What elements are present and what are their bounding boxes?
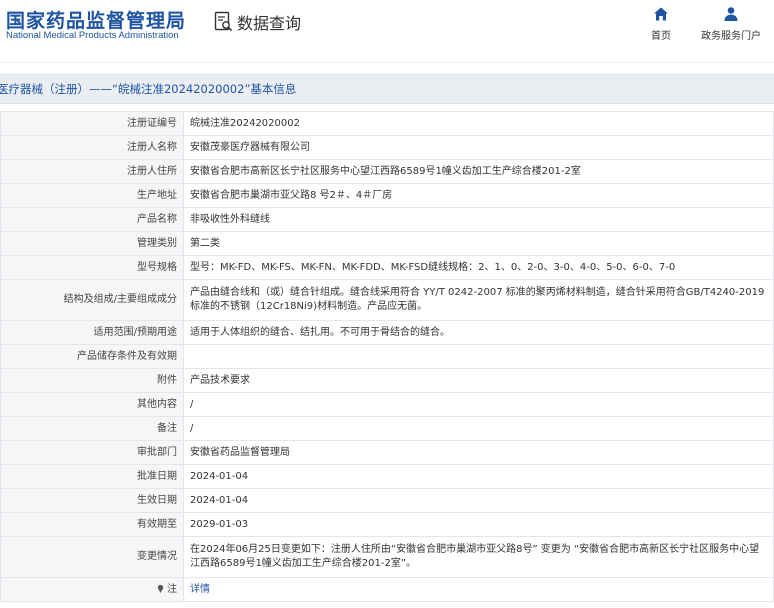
table-row: 管理类别 第二类 [0,231,774,256]
pin-icon [157,584,164,593]
row-label: 审批部门 [0,440,184,465]
table-row: 批准日期 2024-01-04 [0,464,774,489]
table-row: 生产地址 安徽省合肥市巢湖市亚父路8 号2＃、4＃厂房 [0,183,774,208]
note-row: 注 详情 [0,577,774,602]
row-value: 适用于人体组织的缝合、结扎用。不可用于骨结合的缝合。 [183,320,774,345]
row-value [183,344,774,369]
table-row: 变更情况 在2024年06月25日变更如下：注册人住所由“安徽省合肥市巢湖市亚父路… [0,536,774,578]
table-row: 产品储存条件及有效期 [0,344,774,369]
table-row: 注册证编号 皖械注准20242020002 [0,111,774,136]
row-value: 非吸收性外科缝线 [183,207,774,232]
detail-link[interactable]: 详情 [190,584,210,595]
note-value-cell: 详情 [183,577,774,602]
table-row: 注册人名称 安徽茂豪医疗器械有限公司 [0,135,774,160]
table-row: 产品名称 非吸收性外科缝线 [0,207,774,232]
row-label: 型号规格 [0,255,184,280]
table-row: 其他内容 / [0,392,774,417]
row-label: 产品名称 [0,207,184,232]
row-value: 产品技术要求 [183,368,774,393]
registration-info-table: 注册证编号 皖械注准20242020002 注册人名称 安徽茂豪医疗器械有限公司 注册人… [0,111,774,602]
page-title-bar: 医疗器械（注册）——“皖械注准20242020002”基本信息 [0,74,774,104]
row-value: 型号：MK-FD、MK-FS、MK-FN、MK-FDD、MK-FSD缝线规格：2… [183,255,774,280]
nav-service-portal-label: 政务服务门户 [701,31,761,42]
table-row: 型号规格 型号：MK-FD、MK-FS、MK-FN、MK-FDD、MK-FSD缝线… [0,255,774,280]
site-logo-en[interactable]: National Medical Products Administration [6,30,179,41]
table-row: 有效期至 2029-01-03 [0,512,774,537]
row-value: / [183,416,774,441]
table-row: 生效日期 2024-01-04 [0,488,774,513]
row-label: 管理类别 [0,231,184,256]
row-label: 注册证编号 [0,111,184,136]
row-value: 安徽省合肥市巢湖市亚父路8 号2＃、4＃厂房 [183,183,774,208]
row-label: 变更情况 [0,536,184,578]
home-icon [654,7,668,21]
row-label: 注册人住所 [0,159,184,184]
nav-service-portal[interactable]: 政务服务门户 [698,6,764,42]
user-icon [724,7,738,21]
page-title: 医疗器械（注册）——“皖械注准20242020002”基本信息 [0,82,297,96]
note-label: 注 [167,583,177,595]
table-row: 注册人住所 安徽省合肥市高新区长宁社区服务中心望江西路6589号1幢义齿加工生产综… [0,159,774,184]
row-label: 结构及组成/主要组成成分 [0,279,184,321]
row-label: 适用范围/预期用途 [0,320,184,345]
row-value: 安徽省合肥市高新区长宁社区服务中心望江西路6589号1幢义齿加工生产综合楼201… [183,159,774,184]
row-label: 批准日期 [0,464,184,489]
row-label: 其他内容 [0,392,184,417]
row-label: 附件 [0,368,184,393]
row-value: 2024-01-04 [183,464,774,489]
row-value: 产品由缝合线和（或）缝合针组成。缝合线采用符合 YY/T 0242-2007 标… [183,279,774,321]
document-search-icon [214,11,233,32]
table-row: 附件 产品技术要求 [0,368,774,393]
row-label: 生产地址 [0,183,184,208]
row-label: 注册人名称 [0,135,184,160]
row-label: 生效日期 [0,488,184,513]
row-label: 产品储存条件及有效期 [0,344,184,369]
row-label: 有效期至 [0,512,184,537]
table-row: 备注 / [0,416,774,441]
row-value: 在2024年06月25日变更如下：注册人住所由“安徽省合肥市巢湖市亚父路8号” … [183,536,774,578]
data-query-link[interactable]: 数据查询 [214,10,301,34]
table-row: 适用范围/预期用途 适用于人体组织的缝合、结扎用。不可用于骨结合的缝合。 [0,320,774,345]
nav-home[interactable]: 首页 [642,6,680,42]
nav-home-label: 首页 [651,31,671,42]
row-value: 第二类 [183,231,774,256]
site-logo-cn[interactable]: 国家药品监督管理局 [6,6,186,33]
row-value: 2029-01-03 [183,512,774,537]
data-query-label: 数据查询 [237,14,302,33]
row-label: 备注 [0,416,184,441]
header-divider [0,62,774,63]
table-row: 结构及组成/主要组成成分 产品由缝合线和（或）缝合针组成。缝合线采用符合 YY/T… [0,279,774,321]
site-header: 国家药品监督管理局 National Medical Products Admi… [0,0,774,62]
table-row: 审批部门 安徽省药品监督管理局 [0,440,774,465]
row-value: 皖械注准20242020002 [183,111,774,136]
row-value: 安徽省药品监督管理局 [183,440,774,465]
row-value: 2024-01-04 [183,488,774,513]
row-value: / [183,392,774,417]
row-value: 安徽茂豪医疗器械有限公司 [183,135,774,160]
note-label-cell: 注 [0,577,184,602]
